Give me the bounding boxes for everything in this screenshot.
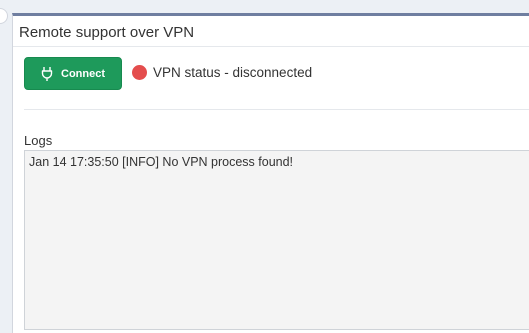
logs-textarea[interactable]: Jan 14 17:35:50 [INFO] No VPN process fo… [24,150,529,330]
vpn-status: VPN status - disconnected [132,65,312,80]
logs-label: Logs [24,133,53,148]
connect-button-label: Connect [61,67,105,80]
app-frame: Remote support over VPN Connect VPN stat… [0,0,529,333]
plug-icon [41,66,53,81]
header-divider [13,46,529,47]
status-indicator-icon [132,65,147,80]
connect-button[interactable]: Connect [24,57,122,90]
vpn-status-text: VPN status - disconnected [153,65,313,80]
sidebar-toggle[interactable] [0,8,8,24]
remote-support-panel: Remote support over VPN Connect VPN stat… [12,13,529,333]
section-divider [24,109,529,110]
panel-title: Remote support over VPN [19,24,195,41]
